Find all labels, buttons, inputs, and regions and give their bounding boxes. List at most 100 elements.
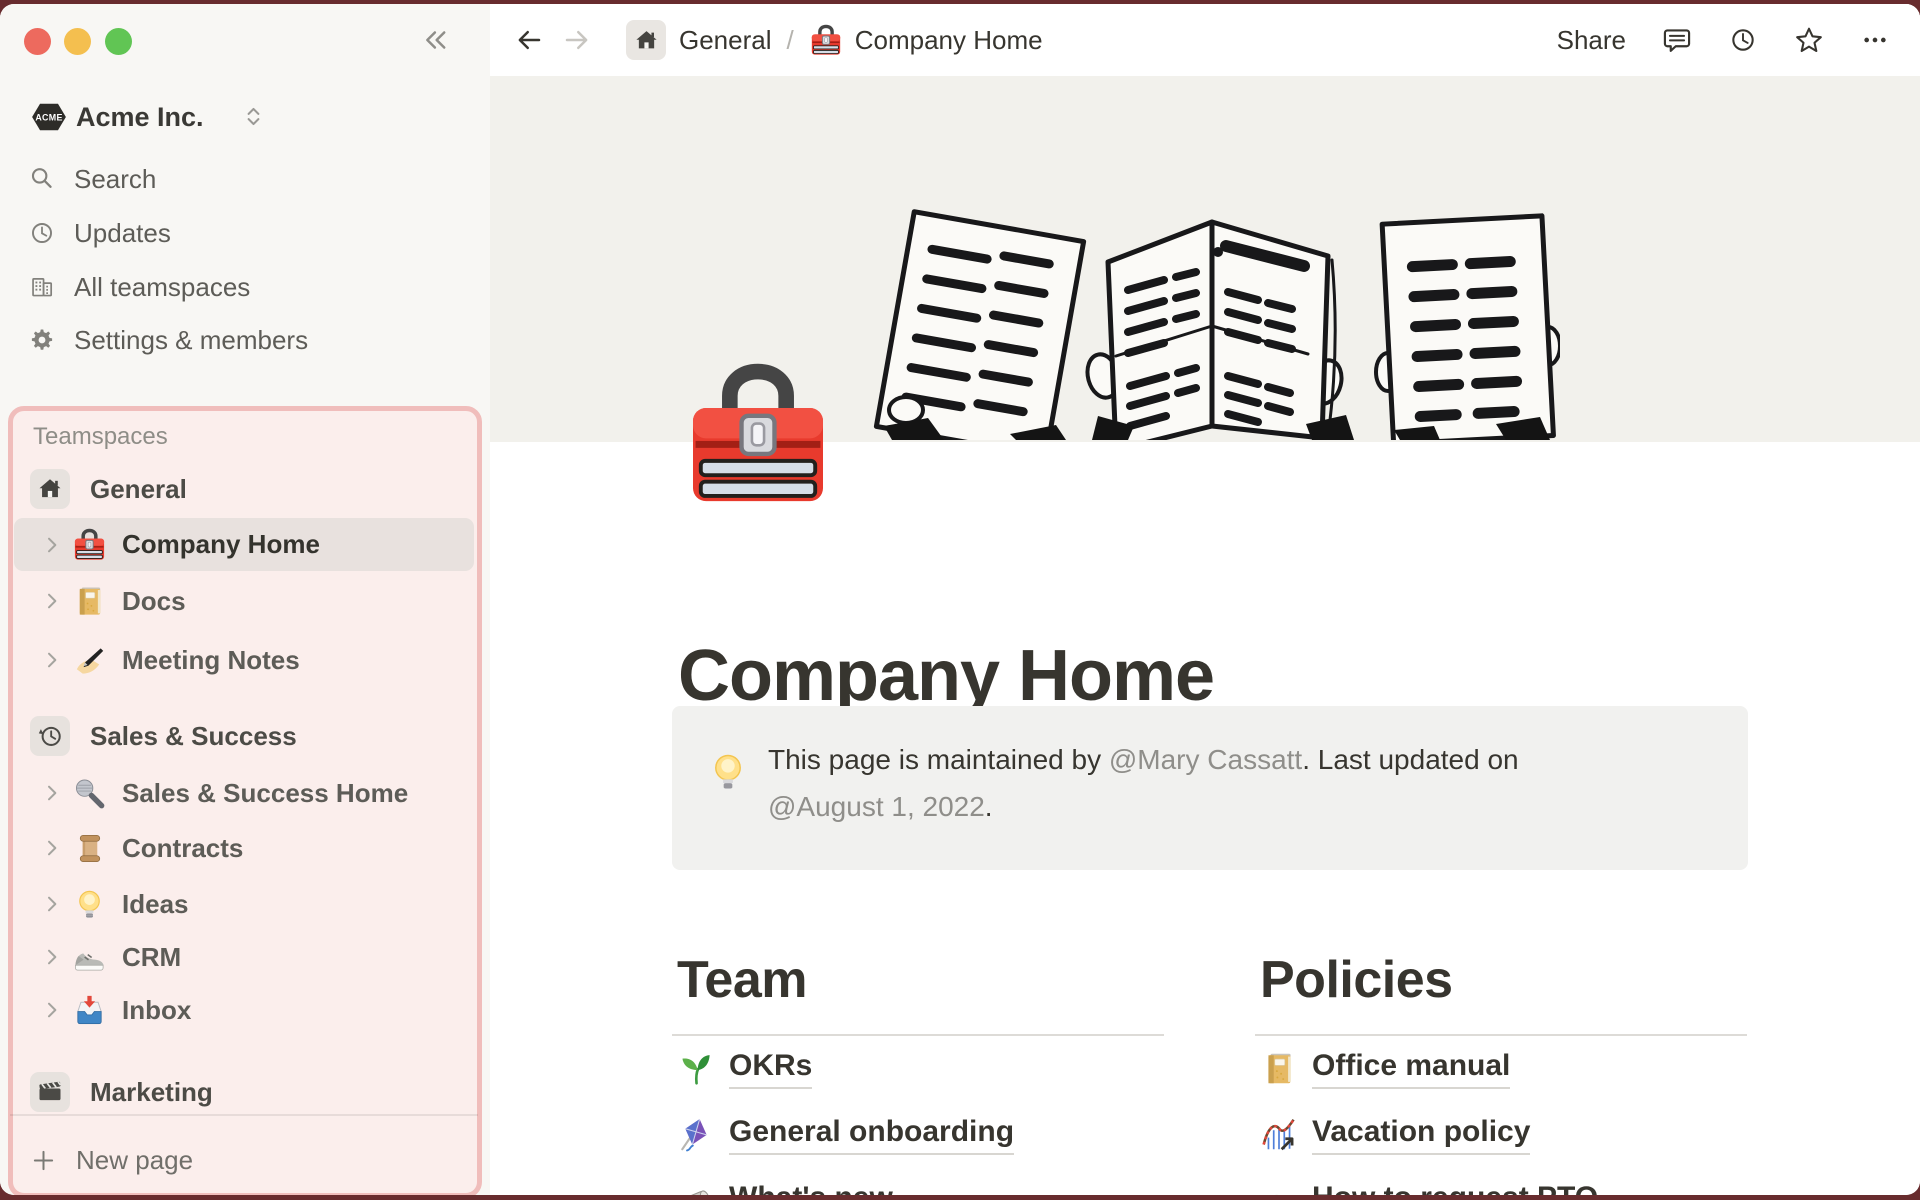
link-okrs[interactable]: OKRs [672,1036,1164,1102]
breadcrumb-separator: / [786,24,794,55]
link-label: General onboarding [729,1115,1015,1155]
breadcrumb-home-chip[interactable] [626,20,666,60]
collapse-sidebar-icon[interactable] [418,24,450,56]
mention-mary-cassatt[interactable]: @Mary Cassatt [1109,744,1302,775]
topbar: General / Company Home Share [490,4,1920,76]
column-policies: Policies Office manual Vacation policy H… [1255,954,1747,1195]
workspace-switch-icon [240,103,267,130]
notion-window: ACME Acme Inc. Search Updates All teamsp… [0,4,1920,1195]
toolbox-icon [72,527,107,562]
workspace-name: Acme Inc. [76,101,204,132]
sidebar-item-search[interactable]: Search [0,152,490,206]
link-label: What's new [729,1181,893,1195]
chevron-right-icon[interactable] [40,533,64,557]
acme-logo-icon: ACME [32,103,66,131]
chevron-right-icon[interactable] [40,648,64,672]
house-icon [633,27,660,54]
share-button[interactable]: Share [1557,25,1626,56]
page-item-crm[interactable]: CRM [0,930,482,984]
breadcrumb-company-home[interactable]: Company Home [855,25,1043,56]
clock-icon[interactable] [1728,25,1758,55]
search-icon [28,165,56,193]
plus-icon [30,1147,57,1174]
sidebar-item-updates[interactable]: Updates [0,206,490,260]
history-clock-icon [36,722,64,750]
house-icon [36,475,64,503]
mention-august-1-2022[interactable]: @August 1, 2022 [768,791,985,822]
teamspaces-section-label: Teamspaces [33,423,168,450]
main-content: General / Company Home Share Company Hom… [490,4,1920,1195]
callout-text: This page is maintained by @Mary Cassatt… [768,736,1519,830]
link-vacation-policy[interactable]: Vacation policy [1255,1102,1747,1168]
page-item-contracts[interactable]: Contracts [0,821,482,875]
back-icon[interactable] [514,25,544,55]
chevron-right-icon[interactable] [40,781,64,805]
teamspace-label: Sales & Success [90,720,297,751]
buildings-icon [28,273,56,301]
column-heading[interactable]: Policies [1260,954,1747,1006]
more-icon[interactable] [1860,25,1890,55]
cloud-icon [1260,1182,1298,1195]
chevron-right-icon[interactable] [40,589,64,613]
link-whats-new[interactable]: What's new [672,1168,1164,1195]
roller-coaster-icon [1260,1116,1298,1154]
acme-logo-text: ACME [35,112,62,122]
chevron-right-icon[interactable] [40,892,64,916]
sidebar-item-settings-members[interactable]: Settings & members [0,313,490,367]
sidebar-item-all-teamspaces[interactable]: All teamspaces [0,260,490,314]
minimize-window-button[interactable] [64,28,91,55]
page-icon-toolbox[interactable] [678,356,838,512]
star-icon[interactable] [1794,25,1824,55]
sidebar-divider [10,1114,478,1116]
sidebar-item-label: Updates [74,217,171,248]
close-window-button[interactable] [24,28,51,55]
toolbox-icon [809,23,843,57]
page-title[interactable]: Company Home [678,635,1215,717]
callout-middle: . Last updated on [1302,744,1519,775]
page-item-company-home[interactable]: Company Home [14,518,474,571]
link-how-to-request-pto[interactable]: How to request PTO [1255,1168,1747,1195]
comment-icon[interactable] [1662,25,1692,55]
chevron-right-icon[interactable] [40,998,64,1022]
link-general-onboarding[interactable]: General onboarding [672,1102,1164,1168]
chevron-right-icon[interactable] [40,836,64,860]
link-label: How to request PTO [1312,1181,1598,1195]
new-page-button[interactable]: New page [0,1134,482,1186]
page-item-label: Sales & Success Home [122,777,409,808]
page-item-label: Ideas [122,888,189,919]
clapperboard-icon [36,1078,64,1106]
teamspace-icon-chip [30,469,70,509]
page-item-meeting-notes[interactable]: Meeting Notes [0,633,482,687]
teamspace-general[interactable]: General [0,466,482,512]
teamspace-label: General [90,473,187,504]
notebook-icon [1260,1050,1298,1088]
newspaper-icon [677,1182,715,1195]
breadcrumb-general[interactable]: General [679,25,772,56]
sidebar-item-label: All teamspaces [74,271,251,302]
teamspace-marketing[interactable]: Marketing [0,1069,482,1115]
inbox-icon [72,993,107,1028]
sneaker-icon [72,940,107,975]
zoom-window-button[interactable] [105,28,132,55]
microphone-icon [72,776,107,811]
bulb-icon [72,887,107,922]
page-item-ideas[interactable]: Ideas [0,877,482,931]
forward-icon[interactable] [562,25,592,55]
page-item-sales-success-home[interactable]: Sales & Success Home [0,766,482,820]
sidebar-item-label: Settings & members [74,324,309,355]
callout-block: This page is maintained by @Mary Cassatt… [672,706,1748,870]
page-item-label: CRM [122,941,182,972]
link-label: OKRs [729,1049,813,1089]
teamspace-sales-success[interactable]: Sales & Success [0,713,482,759]
chevron-right-icon[interactable] [40,945,64,969]
page-item-inbox[interactable]: Inbox [0,983,482,1037]
page-item-docs[interactable]: Docs [0,574,482,628]
link-office-manual[interactable]: Office manual [1255,1036,1747,1102]
callout-prefix: This page is maintained by [768,744,1109,775]
workspace-switcher[interactable]: ACME Acme Inc. [0,94,490,140]
link-label: Office manual [1312,1049,1511,1089]
writing-hand-icon [72,643,107,678]
column-heading[interactable]: Team [677,954,1164,1006]
sidebar: ACME Acme Inc. Search Updates All teamsp… [0,4,490,1195]
page-item-label: Contracts [122,832,244,863]
